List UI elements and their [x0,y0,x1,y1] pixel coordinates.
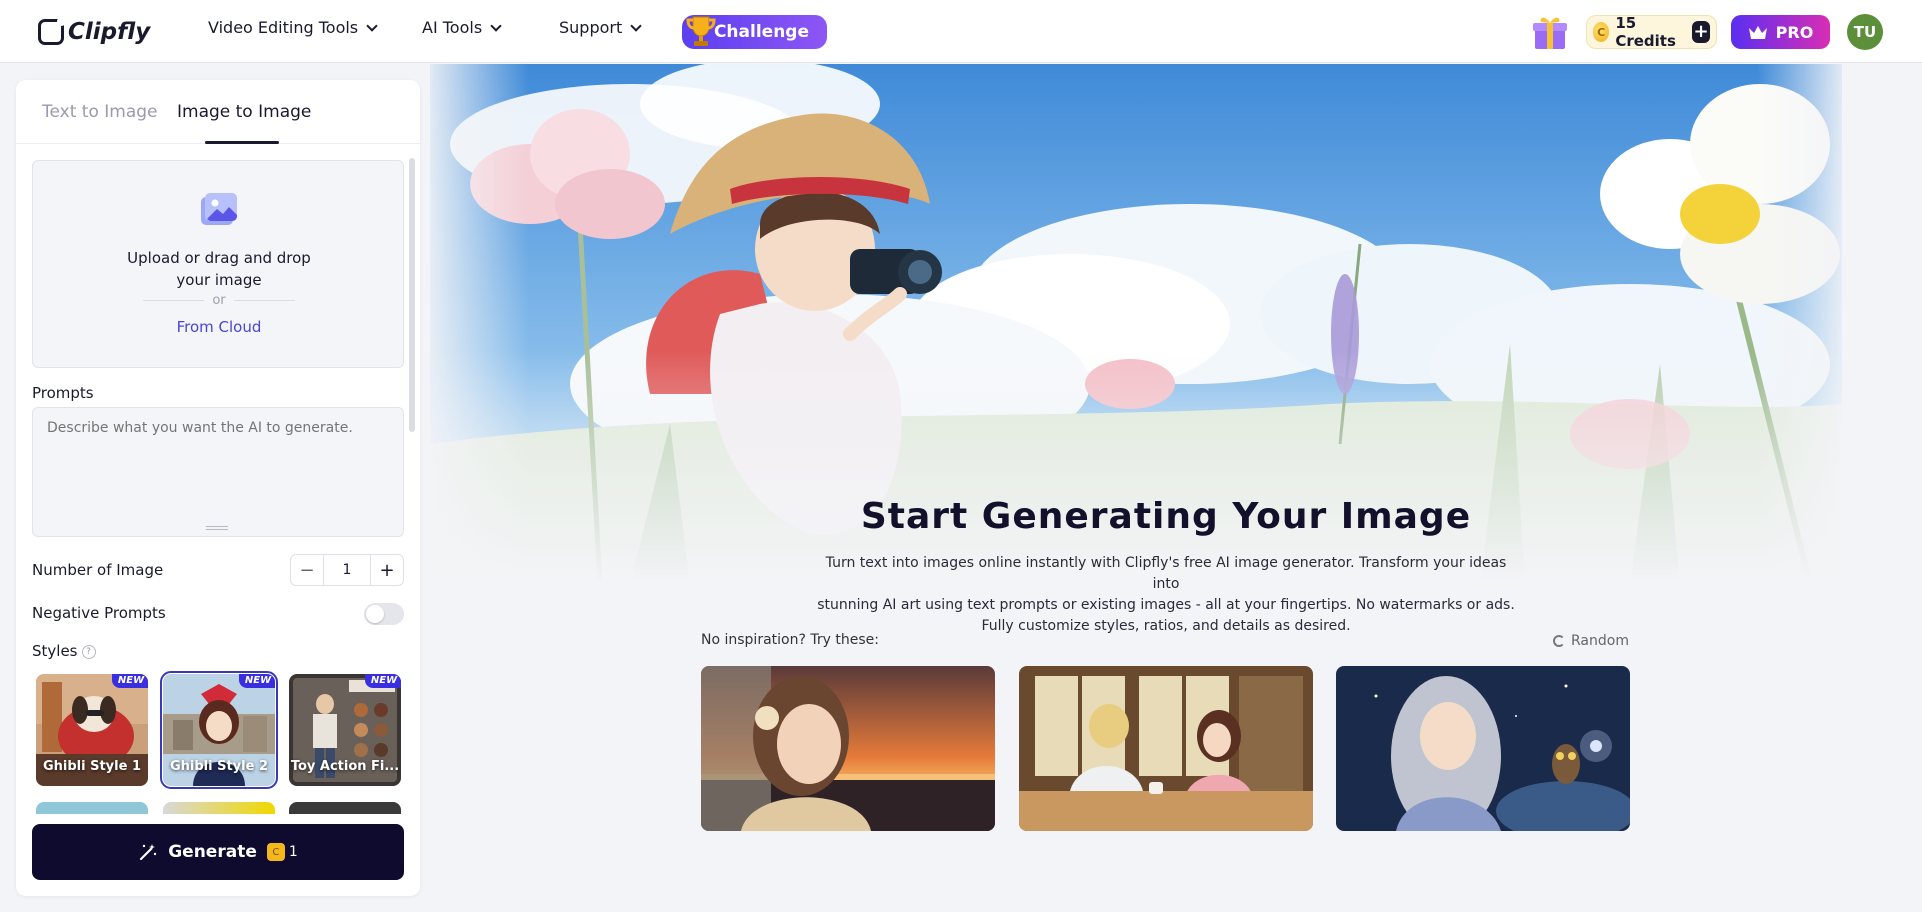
random-label: Random [1571,633,1629,649]
chevron-down-icon [366,19,378,32]
help-icon[interactable]: ? [81,644,96,659]
generate-cost: C 1 [266,843,298,861]
upload-or-label: or [212,293,226,308]
nav-label: AI Tools [422,18,483,37]
number-of-image-label: Number of Image [32,561,164,579]
pro-button[interactable]: PRO [1731,15,1830,49]
generate-button[interactable]: Generate C 1 [32,824,404,880]
styles-label: Styles [32,642,78,660]
logo-icon [38,17,66,45]
hero-description-line: stunning AI art using text prompts or ex… [817,597,1515,613]
number-of-image-stepper: − 1 + [290,554,404,586]
style-card-partial[interactable] [36,802,148,814]
generate-cost-value: 1 [288,844,298,860]
hero-description-line: Turn text into images online instantly w… [825,555,1507,592]
prompts-label: Prompts [32,384,94,402]
number-of-image-value[interactable]: 1 [323,555,371,585]
top-header: Clipfly Video Editing Tools AI Tools Sup… [0,0,1922,63]
style-name: Toy Action Fi... [290,759,400,774]
tab-bar: Text to Image Image to Image [16,80,420,144]
challenge-label: Challenge [713,22,809,42]
new-badge: NEW [239,674,275,688]
active-tab-indicator [205,141,279,144]
toggle-knob [366,605,384,623]
example-image-3[interactable] [1336,666,1630,831]
crown-icon [1748,26,1767,39]
plus-icon[interactable]: + [371,555,403,585]
minus-icon[interactable]: − [291,555,323,585]
gift-icon[interactable] [1531,13,1569,51]
new-badge: NEW [112,674,148,688]
style-card-ghibli-1[interactable]: NEW Ghibli Style 1 [36,674,148,786]
avatar[interactable]: TU [1847,14,1883,50]
upload-line-1: Upload or drag and drop [127,249,311,267]
coin-icon: C [266,843,285,861]
pro-label: PRO [1775,22,1814,42]
upload-divider: or [143,293,295,308]
chevron-down-icon [630,19,642,32]
style-card-partial[interactable] [163,802,275,814]
image-upload-icon [201,193,237,225]
new-badge: NEW [365,674,401,688]
nav-ai-tools[interactable]: AI Tools [422,18,502,37]
panel-scrollbar[interactable] [409,158,415,432]
nav-video-editing-tools[interactable]: Video Editing Tools [208,18,378,37]
style-card-partial[interactable] [289,802,401,814]
chevron-down-icon [490,19,502,32]
hero-description: Turn text into images online instantly w… [816,553,1516,637]
logo-text: Clipfly [68,19,151,45]
clipfly-logo[interactable]: Clipfly [38,15,150,49]
credits-badge[interactable]: C 15 Credits + [1586,14,1717,50]
generate-label: Generate [168,842,257,862]
example-image-1[interactable] [701,666,995,831]
coin-icon: C [1593,22,1610,42]
nav-label: Video Editing Tools [208,18,359,37]
nav-support[interactable]: Support [559,18,642,37]
tab-text-to-image[interactable]: Text to Image [42,102,158,122]
tab-image-to-image[interactable]: Image to Image [177,102,311,122]
refresh-icon [1553,635,1565,647]
nav-label: Support [559,18,623,37]
from-cloud-link[interactable]: From Cloud [33,318,405,336]
negative-prompts-toggle[interactable] [364,603,404,625]
inspiration-label: No inspiration? Try these: [701,632,879,648]
style-card-ghibli-2[interactable]: NEW Ghibli Style 2 [160,671,278,789]
credits-label: 15 Credits [1615,14,1676,50]
style-card-toy-action-figure[interactable]: NEW Toy Action Fi... [289,674,401,786]
random-button[interactable]: Random [1553,633,1629,649]
style-name: Ghibli Style 1 [42,759,142,774]
example-thumbnail [1019,666,1313,831]
styles-heading: Styles? [32,642,96,660]
example-thumbnail [701,666,995,831]
example-thumbnail [1336,666,1630,831]
resize-handle-icon[interactable] [206,526,228,530]
hero-description-line: Fully customize styles, ratios, and deta… [981,618,1351,634]
trophy-icon [686,16,716,46]
image-upload-dropzone[interactable]: Upload or drag and drop your image or Fr… [32,160,404,368]
generator-panel: Text to Image Image to Image Upload or d… [16,80,420,896]
example-image-2[interactable] [1019,666,1313,831]
upload-instructions: Upload or drag and drop your image [33,247,405,291]
magic-wand-icon [140,844,157,861]
prompt-input[interactable] [32,407,404,537]
style-name: Ghibli Style 2 [169,759,269,774]
plus-icon[interactable]: + [1692,21,1710,43]
negative-prompts-label: Negative Prompts [32,604,166,622]
upload-line-2: your image [176,271,262,289]
hero-title: Start Generating Your Image [860,496,1472,537]
challenge-button[interactable]: Challenge [682,15,827,49]
